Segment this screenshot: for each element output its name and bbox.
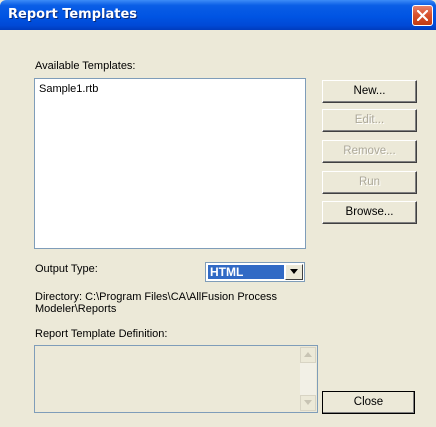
templates-list[interactable]: Sample1.rtb [34,78,306,249]
directory-text-line2: Modeler\Reports [35,303,117,315]
title-bar[interactable]: Report Templates [0,0,436,30]
list-item[interactable]: Sample1.rtb [39,83,98,95]
window-title: Report Templates [8,7,138,22]
close-button[interactable]: Close [322,391,415,414]
report-templates-dialog: Report Templates Available Templates: Sa… [0,0,436,427]
scroll-down-icon [304,400,312,405]
chevron-down-icon [290,269,298,274]
output-type-value: HTML [208,265,284,279]
run-button[interactable]: Run [322,171,417,194]
definition-scrollbar[interactable] [300,347,316,411]
directory-text-line1: Directory: C:\Program Files\CA\AllFusion… [35,291,278,303]
output-type-label: Output Type: [35,263,98,275]
remove-button[interactable]: Remove... [322,140,417,163]
edit-button[interactable]: Edit... [322,109,417,132]
scroll-up-icon [304,352,312,357]
new-button[interactable]: New... [322,80,417,103]
report-template-definition-field[interactable] [34,345,318,413]
scroll-down-button[interactable] [300,395,316,411]
browse-button[interactable]: Browse... [322,201,417,224]
available-templates-label: Available Templates: [35,60,136,72]
report-template-definition-label: Report Template Definition: [35,328,168,340]
dropdown-button[interactable] [285,264,303,280]
output-type-select[interactable]: HTML [205,262,305,282]
scroll-up-button[interactable] [300,347,316,363]
close-icon [417,10,428,21]
window-close-button[interactable] [412,5,433,26]
